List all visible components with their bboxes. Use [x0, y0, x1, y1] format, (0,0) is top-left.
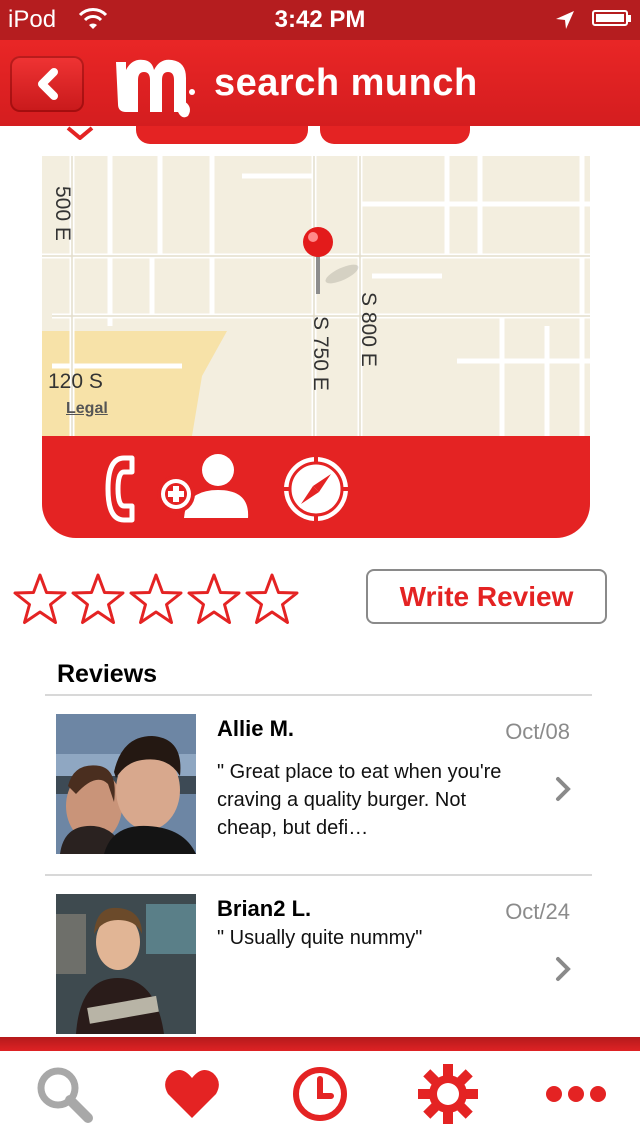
phone-icon[interactable] — [102, 454, 138, 524]
more-icon — [546, 1085, 606, 1102]
review-text: " Usually quite nummy" — [217, 927, 423, 949]
street-label: S 750 E — [309, 316, 332, 391]
tab-recent[interactable] — [256, 1051, 384, 1136]
heart-peek-icon — [66, 126, 94, 140]
map-pin-icon[interactable] — [298, 224, 338, 304]
star-icon — [13, 573, 67, 624]
avatar — [56, 714, 196, 854]
gear-icon — [418, 1063, 478, 1124]
tab-settings[interactable] — [384, 1051, 512, 1136]
star-icon — [245, 573, 299, 624]
reviews-heading: Reviews — [57, 660, 158, 688]
munch-logo — [116, 59, 195, 118]
review-row[interactable]: Brian2 L. Oct/24 " Usually quite nummy" — [45, 876, 592, 1036]
battery-tip — [628, 15, 631, 22]
review-row[interactable]: Allie M. Oct/08 " Great place to eat whe… — [45, 696, 592, 874]
battery-icon — [592, 10, 628, 26]
star-icon — [187, 573, 241, 624]
clock-icon — [293, 1066, 347, 1121]
street-label: 120 S — [48, 370, 103, 393]
status-bar: iPod 3:42 PM — [0, 0, 640, 40]
chevron-right-icon — [556, 777, 571, 801]
legal-link[interactable]: Legal — [66, 400, 108, 418]
search-icon — [37, 1067, 93, 1123]
back-button[interactable] — [10, 56, 84, 112]
chevron-left-icon — [38, 68, 58, 100]
clock-time: 3:42 PM — [274, 6, 366, 33]
compass-icon[interactable] — [281, 454, 351, 524]
tab-bar — [0, 1051, 640, 1136]
street-label: 500 E — [51, 186, 74, 241]
write-review-button[interactable]: Write Review — [366, 569, 607, 624]
segment-peek-1[interactable] — [136, 126, 308, 144]
tab-more[interactable] — [512, 1051, 640, 1136]
review-date: Oct/08 — [505, 719, 570, 744]
rating-stars[interactable] — [12, 572, 302, 628]
tab-search[interactable] — [0, 1051, 128, 1136]
avatar — [56, 894, 196, 1034]
reviewer-name: Allie M. — [217, 716, 295, 741]
add-contact-icon[interactable] — [154, 452, 250, 522]
chevron-right-icon — [556, 957, 571, 981]
nav-bar: search munch — [0, 40, 640, 126]
heart-icon — [165, 1069, 219, 1118]
star-icon — [71, 573, 125, 624]
reviewer-name: Brian2 L. — [217, 896, 312, 921]
segment-peek-2[interactable] — [320, 126, 470, 144]
map-view[interactable]: 500 E 120 S S 750 E S 800 E Legal — [42, 156, 590, 436]
review-date: Oct/24 — [505, 899, 570, 924]
nav-title: search munch — [214, 62, 478, 104]
tab-favorites[interactable] — [128, 1051, 256, 1136]
action-bar — [42, 436, 590, 538]
tabbar-top-border — [0, 1037, 640, 1051]
location-arrow-icon — [556, 11, 574, 29]
street-label: S 800 E — [357, 292, 380, 367]
star-icon — [129, 573, 183, 624]
review-text: " Great place to eat when you're craving… — [217, 761, 502, 839]
